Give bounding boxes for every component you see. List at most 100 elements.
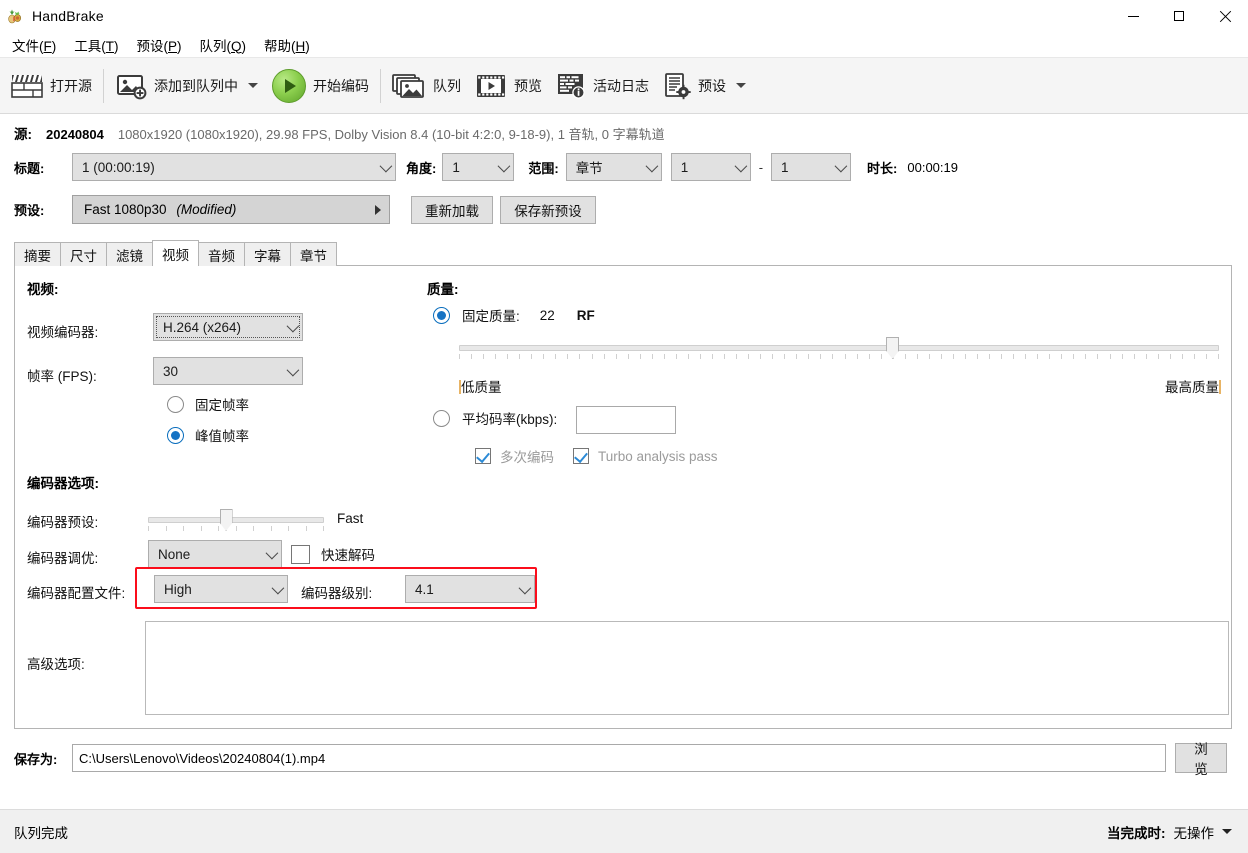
- range-select[interactable]: 章节: [565, 153, 662, 181]
- minimize-button[interactable]: [1110, 0, 1156, 32]
- avg-bitrate-radio-row[interactable]: 平均码率(kbps):: [433, 408, 557, 428]
- duration-value: 00:00:19: [907, 159, 958, 175]
- menu-queue-mnemonic: Q: [231, 38, 242, 54]
- menu-presets[interactable]: 预设(P): [128, 32, 191, 58]
- chevron-down-icon: [286, 363, 300, 376]
- fast-decode-checkbox-row[interactable]: 快速解码: [291, 544, 375, 564]
- quality-slider[interactable]: [459, 337, 1219, 359]
- constant-framerate-label: 固定帧率: [195, 398, 249, 413]
- advanced-options-textarea[interactable]: [145, 621, 1229, 715]
- save-path-input[interactable]: [72, 744, 1166, 772]
- film-slate-icon: [11, 72, 43, 100]
- angle-select[interactable]: 1: [442, 153, 515, 181]
- chevron-down-icon: [271, 581, 285, 594]
- chevron-down-icon[interactable]: [248, 83, 258, 88]
- title-row: 标题: 1 (00:00:19) 角度: 1 范围: 章节 1 - 1 时长: …: [0, 153, 1248, 181]
- multipass-checkbox[interactable]: [475, 448, 491, 464]
- when-done-value[interactable]: 无操作: [1174, 822, 1215, 842]
- tab-filters[interactable]: 滤镜: [106, 242, 153, 266]
- constant-quality-radio[interactable]: [433, 306, 450, 324]
- multipass-checkbox-row[interactable]: 多次编码 Turbo analysis pass: [475, 446, 718, 466]
- menu-file-text: 文件(: [12, 38, 44, 54]
- encoder-tune-select[interactable]: None: [148, 540, 282, 568]
- encoder-options-title: 编码器选项:: [27, 476, 99, 491]
- presets-button[interactable]: 预设: [656, 63, 753, 109]
- preview-button[interactable]: 预览: [468, 63, 549, 109]
- menu-tools-close-paren: ): [114, 38, 119, 54]
- quality-low: 低质量: [459, 380, 502, 395]
- quality-slider-track[interactable]: [459, 337, 1219, 359]
- chapter-start-value: 1: [680, 159, 689, 175]
- video-encoder-select[interactable]: H.264 (x264): [153, 313, 303, 341]
- handbrake-pineapple-icon: [7, 8, 23, 24]
- titlebar: HandBrake: [0, 0, 1248, 32]
- tab-audio[interactable]: 音频: [198, 242, 245, 266]
- browse-button[interactable]: 浏览: [1175, 742, 1227, 777]
- chevron-down-icon: [834, 159, 848, 172]
- tab-subtitles[interactable]: 字幕: [244, 242, 291, 266]
- open-source-button[interactable]: 打开源: [4, 63, 99, 109]
- tab-audio-label: 音频: [208, 248, 235, 264]
- quality-high: 最高质量: [1165, 380, 1221, 395]
- presets-chevron-down-icon[interactable]: [736, 83, 746, 88]
- peak-framerate-radio[interactable]: [167, 426, 184, 444]
- turbo-analysis-checkbox[interactable]: [573, 448, 589, 464]
- tab-summary-label: 摘要: [24, 248, 51, 264]
- encoder-tune-label: 编码器调优:: [27, 551, 99, 566]
- close-button[interactable]: [1202, 0, 1248, 32]
- encoder-level-value: 4.1: [415, 581, 434, 597]
- chapter-start-select[interactable]: 1: [670, 153, 751, 181]
- reload-preset-button[interactable]: 重新加载: [411, 195, 493, 224]
- tab-dimensions[interactable]: 尺寸: [60, 242, 107, 266]
- menu-tools-text: 工具(: [74, 38, 106, 54]
- encoder-tune-value: None: [158, 546, 191, 562]
- fast-decode-checkbox[interactable]: [291, 544, 310, 564]
- constant-framerate-radio[interactable]: [167, 395, 184, 413]
- encoder-profile-select[interactable]: High: [154, 575, 288, 603]
- preset-modified-flag: (Modified): [176, 202, 237, 217]
- menu-help[interactable]: 帮助(H): [255, 32, 319, 58]
- tab-chapters[interactable]: 章节: [290, 242, 337, 266]
- queue-button[interactable]: 队列: [385, 63, 468, 109]
- avg-bitrate-radio[interactable]: [433, 409, 450, 427]
- avg-bitrate-input[interactable]: [576, 406, 676, 434]
- start-encode-button[interactable]: 开始编码: [265, 63, 376, 109]
- multipass-label: 多次编码: [500, 450, 554, 465]
- when-done-chevron-down-icon[interactable]: [1222, 829, 1232, 834]
- minimize-icon: [1127, 15, 1139, 17]
- when-done-group: 当完成时: 无操作: [1107, 822, 1232, 842]
- encoder-level-select[interactable]: 4.1: [405, 575, 535, 603]
- avg-bitrate-label: 平均码率(kbps):: [462, 412, 558, 427]
- title-select[interactable]: 1 (00:00:19): [72, 153, 396, 181]
- status-text: 队列完成: [14, 825, 68, 841]
- toolbar: 打开源 添加到队列中 开始编码 队列 预览 活动日志 预设: [0, 58, 1248, 114]
- tab-video[interactable]: 视频: [152, 240, 199, 266]
- menu-tools-mnemonic: T: [105, 38, 114, 54]
- activity-log-button[interactable]: 活动日志: [549, 63, 656, 109]
- encoder-preset-slider-track[interactable]: [148, 509, 324, 531]
- framerate-select[interactable]: 30: [153, 357, 303, 385]
- triangle-right-icon: [375, 204, 381, 215]
- when-done-label: 当完成时:: [1107, 825, 1166, 841]
- constant-quality-radio-row[interactable]: 固定质量: 22 RF: [433, 305, 595, 325]
- preset-select-value: Fast 1080p30 (Modified): [84, 202, 369, 217]
- encoder-preset-slider[interactable]: [148, 509, 324, 531]
- source-label: 源:: [14, 127, 32, 142]
- chevron-down-icon: [379, 159, 393, 172]
- toolbar-separator-1: [103, 68, 104, 103]
- rf-unit-label: RF: [576, 307, 595, 323]
- angle-label: 角度:: [406, 160, 437, 176]
- maximize-button[interactable]: [1156, 0, 1202, 32]
- title-select-value: 1 (00:00:19): [82, 159, 155, 175]
- menu-help-mnemonic: H: [295, 38, 306, 54]
- chapter-end-select[interactable]: 1: [771, 153, 852, 181]
- save-new-preset-button[interactable]: 保存新预设: [500, 195, 596, 224]
- tab-summary[interactable]: 摘要: [14, 242, 61, 266]
- menu-file[interactable]: 文件(F): [3, 32, 65, 58]
- preset-select[interactable]: Fast 1080p30 (Modified): [72, 195, 390, 224]
- constant-framerate-radio-row[interactable]: 固定帧率: [167, 394, 249, 414]
- peak-framerate-radio-row[interactable]: 峰值帧率: [167, 425, 249, 445]
- menu-tools[interactable]: 工具(T): [65, 32, 127, 58]
- menu-queue[interactable]: 队列(Q): [191, 32, 256, 58]
- add-to-queue-button[interactable]: 添加到队列中: [108, 63, 265, 109]
